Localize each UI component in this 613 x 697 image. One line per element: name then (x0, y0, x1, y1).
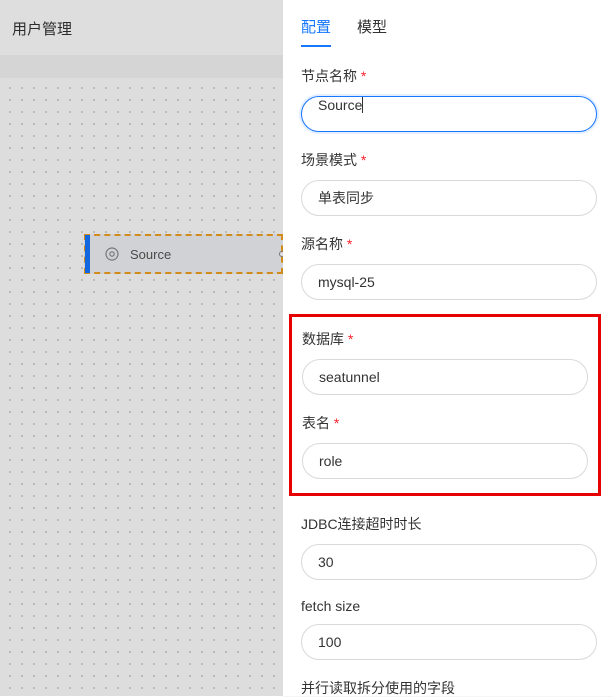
label-node-name: 节点名称 (301, 66, 597, 86)
field-table-name: 表名 (302, 413, 588, 479)
input-scene-mode[interactable] (301, 180, 597, 216)
input-fetch-size[interactable] (301, 624, 597, 660)
field-jdbc-timeout: JDBC连接超时时长 (301, 514, 597, 580)
field-database: 数据库 (302, 329, 588, 395)
label-scene-mode: 场景模式 (301, 150, 597, 170)
field-scene-mode: 场景模式 (301, 150, 597, 216)
label-fetch-size: fetch size (301, 598, 597, 614)
highlight-annotation: 数据库 表名 (289, 314, 601, 496)
left-background: 用户管理 Source (0, 0, 283, 696)
panel-tabs: 配置 模型 (301, 0, 597, 48)
field-parallel-split: 并行读取拆分使用的字段 (301, 678, 597, 696)
label-database: 数据库 (302, 329, 588, 349)
label-parallel-split: 并行读取拆分使用的字段 (301, 678, 597, 696)
input-source-name[interactable] (301, 264, 597, 300)
tab-model[interactable]: 模型 (357, 16, 387, 47)
source-node-label: Source (130, 247, 171, 262)
input-node-name[interactable]: Source (301, 96, 597, 132)
source-icon (104, 246, 120, 262)
input-jdbc-timeout[interactable] (301, 544, 597, 580)
tab-config[interactable]: 配置 (301, 16, 331, 47)
config-side-panel: 配置 模型 节点名称 Source 场景模式 源名称 数据库 表名 JDBC连接… (283, 0, 613, 696)
field-node-name: 节点名称 Source (301, 66, 597, 132)
field-source-name: 源名称 (301, 234, 597, 300)
page-title: 用户管理 (0, 0, 283, 55)
label-source-name: 源名称 (301, 234, 597, 254)
toolbar-spacer (0, 55, 283, 78)
field-fetch-size: fetch size (301, 598, 597, 660)
source-node[interactable]: Source (84, 234, 283, 274)
input-node-name-value: Source (318, 97, 362, 113)
label-table-name: 表名 (302, 413, 588, 433)
input-table-name[interactable] (302, 443, 588, 479)
input-database[interactable] (302, 359, 588, 395)
label-jdbc-timeout: JDBC连接超时时长 (301, 514, 597, 534)
node-accent-bar (85, 235, 90, 273)
workflow-canvas[interactable]: Source (0, 78, 283, 697)
